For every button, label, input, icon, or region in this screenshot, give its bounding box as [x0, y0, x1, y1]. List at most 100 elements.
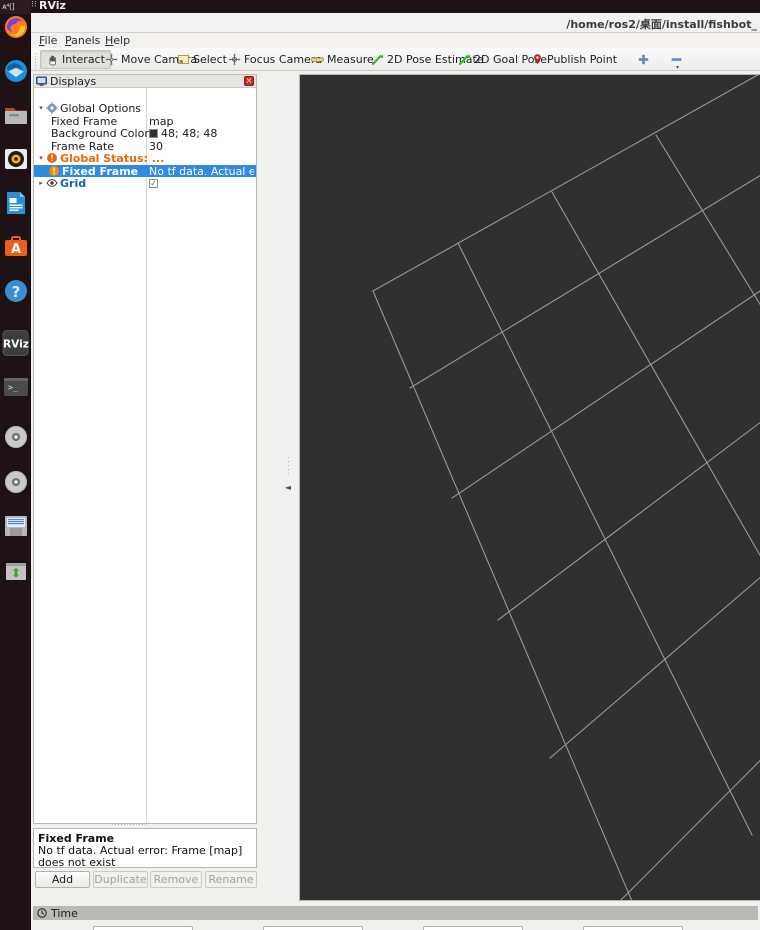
launcher-item-terminal[interactable]: >_ — [3, 374, 29, 400]
time-fields-row — [33, 922, 758, 930]
terminal-icon: >_ — [4, 378, 28, 396]
panel-resize-handle[interactable] — [111, 823, 147, 827]
help-icon: ? — [5, 280, 27, 302]
time-panel: Time — [31, 903, 760, 930]
tree-value: No tf data. Actual err... — [149, 164, 254, 178]
tray-text: ᴀ⁴(] — [2, 2, 15, 11]
window-titlebar: ⁝⁝ RViz — [31, 0, 760, 13]
svg-text:?: ? — [12, 283, 21, 301]
map-pin-icon — [534, 54, 541, 65]
tree-column-divider[interactable] — [146, 88, 147, 823]
launcher-item-thunderbird[interactable] — [3, 58, 29, 84]
launcher-item-firefox[interactable] — [3, 14, 29, 40]
plus-icon — [638, 54, 649, 65]
ubuntu-software-icon: A — [5, 236, 27, 257]
collapse-panel-arrow[interactable]: ◄ — [283, 478, 293, 496]
rhythmbox-icon — [5, 149, 27, 169]
tree-row-global-status[interactable]: ▾ Global Status: ... — [34, 151, 256, 165]
ros-time-field[interactable] — [93, 926, 193, 930]
displays-panel-header: Displays × — [34, 75, 256, 88]
grid-enabled-checkbox[interactable]: ✓ — [149, 178, 158, 188]
launcher-item-floppy[interactable] — [3, 513, 29, 539]
svg-text:RViz: RViz — [3, 338, 29, 350]
tree-row-frame-rate[interactable]: Frame Rate 30 — [34, 140, 256, 153]
tree-row-status-fixed-frame[interactable]: Fixed Frame No tf data. Actual err... — [34, 164, 256, 178]
pose-arrow-icon — [371, 54, 384, 66]
disc-icon — [5, 471, 27, 493]
tree-row-background-color[interactable]: Background Color 48; 48; 48 — [34, 126, 256, 140]
display-action-buttons: Add Duplicate Remove Rename — [33, 871, 257, 888]
description-box: Fixed Frame No tf data. Actual error: Fr… — [33, 828, 257, 868]
expander-arrow[interactable]: ▾ — [36, 104, 46, 112]
measure-icon — [311, 57, 324, 62]
splitter-grip[interactable] — [287, 454, 290, 476]
render-view-area: ◄ — [278, 74, 760, 901]
svg-text:A: A — [11, 242, 21, 257]
launcher-item-disc-1[interactable] — [3, 424, 29, 450]
tree-value: 48; 48; 48 — [161, 126, 218, 140]
tree-value-wrap[interactable]: 48; 48; 48 — [149, 127, 217, 140]
tool-publish-point[interactable]: Publish Point — [525, 50, 623, 69]
grid-enabled-checkbox-wrap[interactable]: ✓ — [149, 178, 158, 188]
expander-arrow[interactable]: ▸ — [36, 179, 46, 187]
rviz-3d-canvas[interactable] — [299, 74, 760, 901]
clock-icon — [37, 908, 47, 918]
firefox-icon — [5, 16, 27, 38]
menu-panels[interactable]: Panels — [63, 34, 102, 47]
trash-icon — [6, 563, 26, 580]
remove-button[interactable]: Remove — [150, 871, 202, 888]
launcher-item-rhythmbox[interactable] — [3, 146, 29, 172]
displays-icon — [36, 76, 47, 86]
system-tray: ᴀ⁴(] — [0, 0, 31, 14]
tree-row-global-options[interactable]: ▾ Global Options — [34, 101, 256, 115]
status-error-icon — [47, 153, 57, 163]
disc-icon — [5, 426, 27, 448]
tree-row-fixed-frame[interactable]: Fixed Frame map — [34, 115, 256, 128]
rviz-icon: RViz — [2, 330, 29, 356]
launcher-item-help[interactable]: ? — [3, 278, 29, 304]
thunderbird-icon — [5, 60, 27, 82]
menu-file[interactable]: File — [37, 34, 59, 47]
tool-publish-point-label: Publish Point — [547, 53, 618, 66]
config-path-label: /home/ros2/桌面/install/fishbot_ — [566, 18, 757, 31]
add-button[interactable]: Add — [35, 871, 90, 888]
launcher-item-disc-2[interactable] — [3, 469, 29, 495]
color-swatch[interactable] — [149, 128, 158, 138]
launcher-item-ubuntu-software[interactable]: A — [3, 234, 29, 260]
chevron-down-icon[interactable]: ▾ — [676, 64, 679, 71]
display-description-area: Fixed Frame No tf data. Actual error: Fr… — [33, 823, 257, 888]
tree-label: Global Options — [60, 101, 142, 115]
focus-camera-icon — [228, 53, 241, 66]
ros-elapsed-field[interactable] — [263, 926, 363, 930]
floppy-icon — [5, 516, 27, 536]
displays-tree[interactable]: ▾ Global Options Fixed Frame map Backgro… — [34, 88, 256, 823]
displays-panel: Displays × ▾ Global Options Fixed Frame … — [33, 74, 257, 824]
wall-elapsed-field[interactable] — [583, 926, 683, 930]
status-error-icon — [49, 166, 59, 176]
launcher-item-trash[interactable] — [3, 558, 29, 584]
add-tool-button[interactable] — [633, 50, 654, 69]
rename-button[interactable]: Rename — [205, 871, 257, 888]
path-bar: /home/ros2/桌面/install/fishbot_ — [31, 13, 760, 33]
duplicate-button[interactable]: Duplicate — [93, 871, 148, 888]
window-menu-icon[interactable]: ⁝⁝ — [31, 0, 37, 10]
tree-label: Background Color — [51, 126, 149, 140]
main-toolbar: Interact Move Camera Select Focus Camera… — [31, 48, 760, 71]
expander-arrow[interactable]: ▾ — [36, 154, 46, 162]
close-icon[interactable]: × — [244, 76, 254, 86]
close-label: × — [245, 76, 253, 85]
grid-render — [300, 75, 760, 900]
tree-label: Global Status: ... — [60, 151, 165, 165]
rviz-window: ⁝⁝ RViz /home/ros2/桌面/install/fishbot_ F… — [31, 0, 760, 930]
view-splitter[interactable]: ◄ — [278, 74, 299, 901]
window-title: RViz — [39, 0, 66, 12]
launcher-item-files[interactable] — [3, 102, 29, 128]
displays-panel-title: Displays — [50, 74, 97, 88]
launcher-item-libreoffice-writer[interactable] — [3, 190, 29, 216]
toolbar-grip[interactable] — [33, 51, 38, 69]
wall-time-field[interactable] — [423, 926, 523, 930]
tree-row-grid[interactable]: ▸ Grid ✓ — [34, 177, 256, 190]
menu-help[interactable]: Help — [103, 34, 132, 47]
launcher-item-rviz[interactable]: RViz — [2, 330, 29, 356]
hand-icon — [49, 55, 56, 66]
